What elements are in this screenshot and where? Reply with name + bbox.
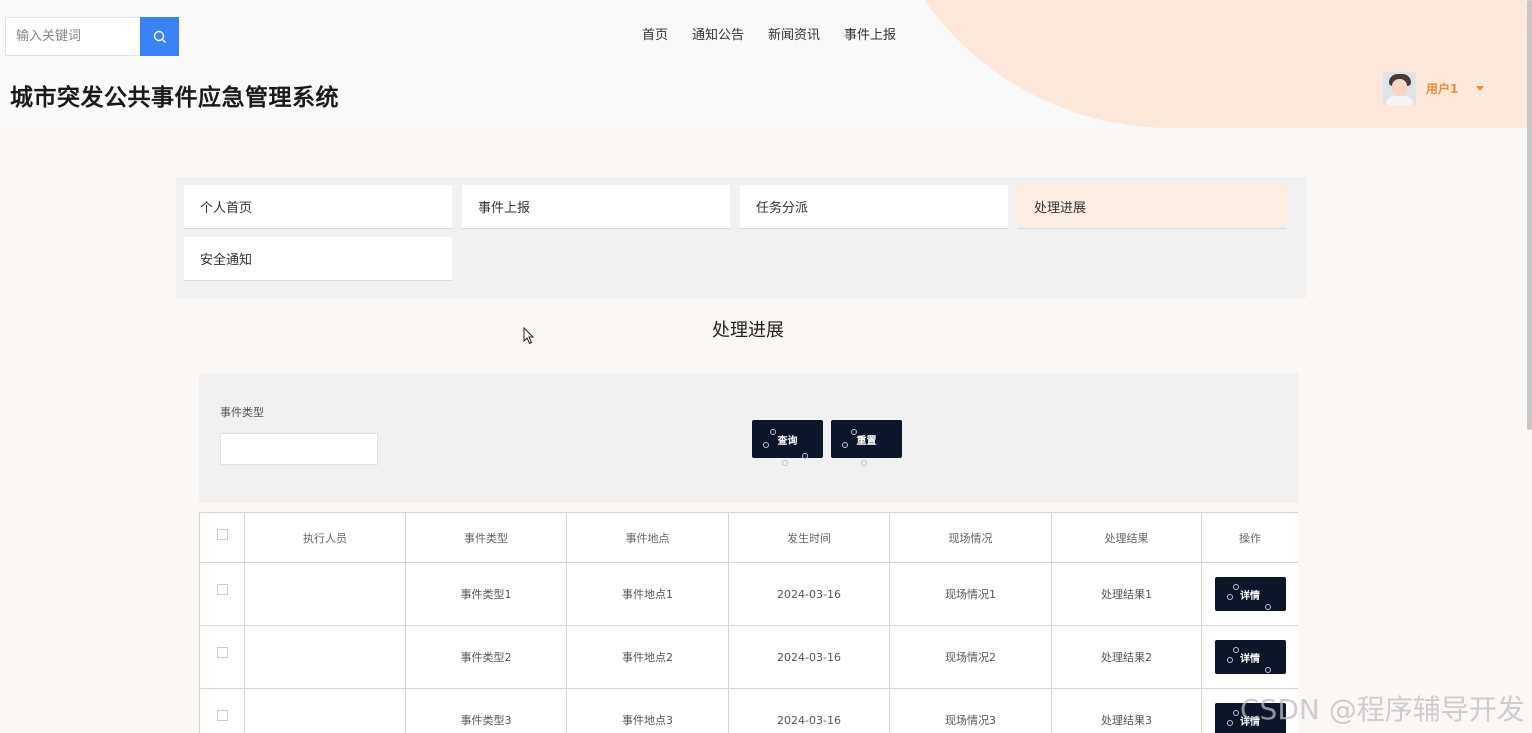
row-checkbox[interactable] (216, 647, 228, 658)
cell-result: 处理结果2 (1051, 625, 1202, 689)
nav-item-event-report[interactable]: 事件上报 (844, 24, 896, 43)
table-row: 事件类型2 事件地点2 2024-03-16 现场情况2 处理结果2 详情 (199, 625, 1298, 689)
cell-location: 事件地点2 (566, 625, 729, 689)
filter-label-event-type: 事件类型 (220, 406, 264, 419)
detail-button-label: 详情 (1240, 590, 1260, 602)
column-header-executor: 执行人员 (244, 512, 406, 563)
row-select-cell (199, 688, 245, 733)
cell-scene: 现场情况3 (889, 688, 1052, 733)
cell-result: 处理结果1 (1051, 562, 1202, 626)
detail-button[interactable]: 详情 (1214, 640, 1286, 674)
cell-location: 事件地点3 (566, 688, 729, 733)
row-checkbox[interactable] (216, 710, 228, 721)
page-scrollbar[interactable] (1527, 0, 1532, 430)
query-button-label: 查询 (777, 435, 798, 447)
search-button[interactable] (140, 17, 179, 56)
event-type-input[interactable] (220, 433, 378, 465)
nav-item-news[interactable]: 新闻资讯 (768, 24, 820, 43)
user-menu[interactable]: 用户1 (1383, 72, 1485, 105)
menu-item-label: 安全通知 (200, 253, 253, 268)
cell-executor (244, 625, 406, 689)
cell-action: 详情 (1201, 625, 1298, 689)
cell-event-type: 事件类型1 (405, 562, 567, 626)
menu-item-progress[interactable]: 处理进展 (1018, 185, 1286, 229)
center-menu: 个人首页 事件上报 任务分派 处理进展 安全通知 (176, 177, 1306, 298)
detail-button[interactable]: 详情 (1214, 577, 1286, 611)
search-box (5, 17, 179, 56)
query-button[interactable]: 查询 (752, 420, 823, 466)
cell-event-type: 事件类型3 (405, 688, 567, 733)
header-decoration (870, 0, 1532, 128)
menu-item-label: 事件上报 (478, 201, 531, 216)
caret-down-icon[interactable] (1476, 86, 1485, 91)
menu-item-label: 任务分派 (756, 201, 809, 216)
menu-item-label: 处理进展 (1034, 201, 1087, 216)
top-nav: 首页 通知公告 新闻资讯 事件上报 (642, 24, 896, 43)
search-input[interactable] (5, 17, 140, 56)
reset-button-label: 重置 (856, 435, 877, 447)
column-header-event-type: 事件类型 (405, 512, 567, 563)
select-all-checkbox[interactable] (216, 528, 228, 540)
table-header-row: 执行人员 事件类型 事件地点 发生时间 现场情况 处理结果 操作 (199, 512, 1298, 563)
avatar[interactable] (1383, 72, 1416, 105)
cell-location: 事件地点1 (566, 562, 729, 626)
nav-item-home[interactable]: 首页 (642, 24, 668, 43)
page-title: 处理进展 (712, 320, 784, 341)
search-icon (153, 30, 166, 43)
column-header-action: 操作 (1201, 512, 1298, 563)
cell-result: 处理结果3 (1051, 688, 1202, 733)
watermark: CSDN @程序辅导开发 (1240, 693, 1525, 726)
cell-time: 2024-03-16 (728, 562, 890, 626)
menu-item-profile[interactable]: 个人首页 (184, 185, 452, 229)
filter-panel: 事件类型 查询 重置 (199, 373, 1298, 503)
menu-item-safety-notice[interactable]: 安全通知 (184, 237, 452, 281)
user-name[interactable]: 用户1 (1426, 80, 1458, 97)
menu-item-task-assign[interactable]: 任务分派 (740, 185, 1008, 229)
table-row: 事件类型3 事件地点3 2024-03-16 现场情况3 处理结果3 详情 (199, 688, 1298, 733)
mouse-cursor-icon (523, 327, 535, 345)
cell-scene: 现场情况1 (889, 562, 1052, 626)
cell-executor (244, 688, 406, 733)
column-header-scene: 现场情况 (889, 512, 1052, 563)
detail-button-label: 详情 (1240, 653, 1260, 665)
column-header-time: 发生时间 (728, 512, 890, 563)
row-select-cell (199, 625, 245, 689)
top-header: 首页 通知公告 新闻资讯 事件上报 城市突发公共事件应急管理系统 用户1 (0, 0, 1532, 128)
cell-scene: 现场情况2 (889, 625, 1052, 689)
column-header-result: 处理结果 (1051, 512, 1202, 563)
cell-time: 2024-03-16 (728, 625, 890, 689)
menu-item-event-report[interactable]: 事件上报 (462, 185, 730, 229)
cell-time: 2024-03-16 (728, 688, 890, 733)
menu-item-label: 个人首页 (200, 201, 253, 216)
site-title: 城市突发公共事件应急管理系统 (10, 85, 339, 111)
cell-event-type: 事件类型2 (405, 625, 567, 689)
column-header-location: 事件地点 (566, 512, 729, 563)
row-select-cell (199, 562, 245, 626)
cell-executor (244, 562, 406, 626)
cell-action: 详情 (1201, 562, 1298, 626)
row-checkbox[interactable] (216, 584, 228, 595)
nav-item-notices[interactable]: 通知公告 (692, 24, 744, 43)
reset-button[interactable]: 重置 (831, 420, 902, 466)
select-all-cell (199, 512, 245, 563)
progress-table: 执行人员 事件类型 事件地点 发生时间 现场情况 处理结果 操作 事件类型1 事… (199, 512, 1298, 733)
table-row: 事件类型1 事件地点1 2024-03-16 现场情况1 处理结果1 详情 (199, 562, 1298, 626)
